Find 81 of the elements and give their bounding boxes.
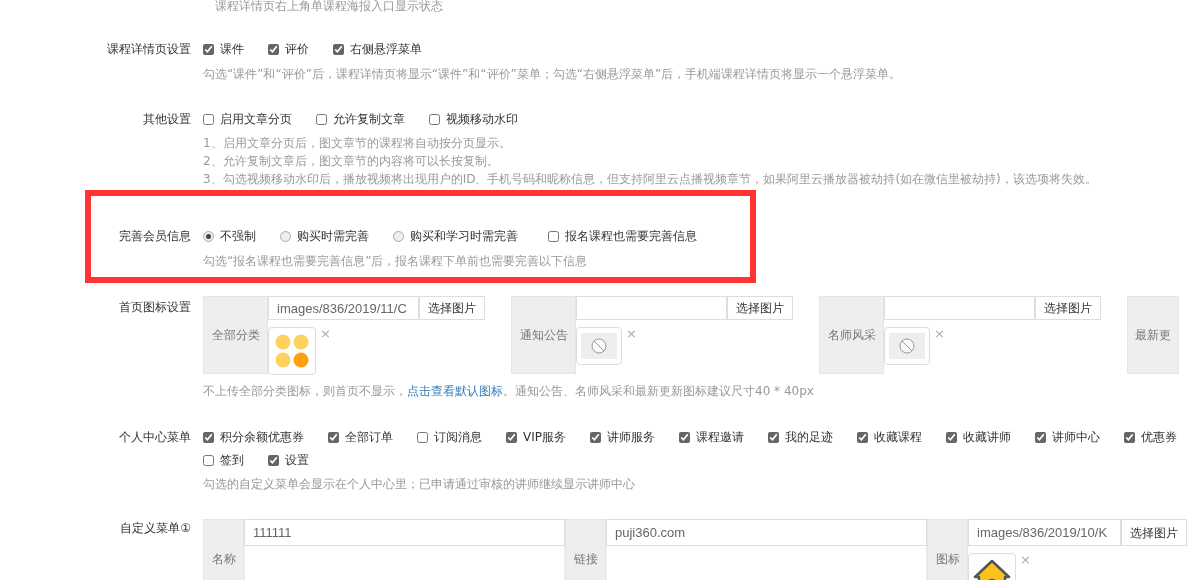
field-label: 名师风采	[819, 296, 884, 374]
checkbox[interactable]	[679, 431, 690, 443]
option-label: 收藏讲师	[963, 429, 1011, 446]
checkbox[interactable]	[268, 454, 279, 466]
choose-image-button[interactable]: 选择图片	[727, 296, 793, 320]
checkbox[interactable]	[768, 431, 779, 443]
no-image-icon	[581, 333, 617, 359]
choose-image-button[interactable]: 选择图片	[419, 296, 485, 320]
option-label: 签到	[220, 452, 244, 469]
help-text: 勾选的自定义菜单会显示在个人中心里；已申请通过审核的讲师继续显示讲师中心	[203, 476, 636, 493]
option-label: 讲师中心	[1052, 429, 1100, 446]
option-label: 视频移动水印	[446, 111, 518, 128]
field-label: 课程详情页设置	[106, 41, 192, 58]
field-label: 图标	[927, 519, 968, 580]
help-text: 2、允许复制文章后，图文章节的内容将可以长按复制。	[203, 153, 500, 170]
help-text: 课程详情页右上角单课程海报入口显示状态	[215, 0, 444, 12]
field-label: 其他设置	[142, 111, 192, 128]
image-path-field[interactable]	[576, 296, 727, 320]
field-label: 通知公告	[511, 296, 576, 374]
option-label: 右侧悬浮菜单	[350, 41, 422, 58]
option-label: 购买和学习时需完善	[410, 228, 518, 245]
option-label: 积分余额优惠券	[220, 429, 304, 446]
option-label: 收藏课程	[874, 429, 922, 446]
checkbox[interactable]	[333, 43, 344, 55]
option-label: 报名课程也需要完善信息	[565, 228, 697, 245]
option-label: 设置	[285, 452, 309, 469]
field-label: 自定义菜单①	[119, 520, 192, 537]
field-label: 链接	[565, 519, 606, 580]
option-label: 允许复制文章	[333, 111, 405, 128]
option-label: 课件	[220, 41, 244, 58]
radio-button[interactable]	[203, 230, 214, 242]
checkbox[interactable]	[946, 431, 957, 443]
field-label: 首页图标设置	[118, 299, 192, 316]
option-label: 不强制	[220, 228, 256, 245]
help-text: 勾选“报名课程也需要完善信息”后，报名课程下单前也需要完善以下信息	[203, 253, 589, 270]
category-grid-icon	[274, 333, 310, 369]
field-label: 名称	[203, 519, 244, 580]
default-icons-link[interactable]: 点击查看默认图标	[407, 384, 503, 398]
option-label: 我的足迹	[785, 429, 833, 446]
text-field[interactable]: puji360.com	[606, 519, 927, 546]
checkbox[interactable]	[417, 431, 428, 443]
text-field[interactable]: 111111	[244, 519, 565, 546]
field-label: 最新更	[1127, 296, 1179, 374]
checkbox[interactable]	[203, 43, 214, 55]
option-label: 购买时需完善	[297, 228, 369, 245]
choose-image-button[interactable]: 选择图片	[1035, 296, 1101, 320]
checkbox[interactable]	[316, 113, 327, 125]
image-path-field[interactable]: images/836/2019/11/C	[268, 296, 419, 320]
option-label: 启用文章分页	[220, 111, 292, 128]
option-label: 评价	[285, 41, 309, 58]
option-label: 订阅消息	[434, 429, 482, 446]
checkbox[interactable]	[429, 113, 440, 125]
field-label: 全部分类	[203, 296, 268, 374]
option-label: VIP服务	[523, 429, 566, 446]
image-path-field[interactable]	[884, 296, 1035, 320]
option-label: 优惠券	[1141, 429, 1177, 446]
help-text: 1、启用文章分页后，图文章节的课程将自动按分页显示。	[203, 135, 512, 152]
checkbox[interactable]	[1035, 431, 1046, 443]
checkbox[interactable]	[203, 454, 214, 466]
checkbox[interactable]	[203, 113, 214, 125]
radio-button[interactable]	[280, 230, 291, 242]
field-label: 完善会员信息	[118, 228, 192, 245]
radio-button[interactable]	[393, 230, 404, 242]
checkbox[interactable]	[203, 431, 214, 443]
field-label: 个人中心菜单	[118, 429, 192, 446]
checkbox[interactable]	[328, 431, 339, 443]
checkbox[interactable]	[506, 431, 517, 443]
option-label: 全部订单	[345, 429, 393, 446]
no-image-icon	[889, 333, 925, 359]
help-text: 勾选“课件”和“评价”后，课程详情页将显示“课件”和“评价”菜单；勾选“右侧悬浮菜单”后，手机端课程详情页将显示一个悬浮菜单。	[203, 66, 903, 83]
checkbox[interactable]	[268, 43, 279, 55]
checkbox[interactable]	[1124, 431, 1135, 443]
option-label: 讲师服务	[607, 429, 655, 446]
image-path-field[interactable]: images/836/2019/10/K	[968, 519, 1121, 546]
checkbox[interactable]	[590, 431, 601, 443]
choose-image-button[interactable]: 选择图片	[1121, 519, 1187, 546]
checkbox[interactable]	[857, 431, 868, 443]
help-text: 不上传全部分类图标，则首页不显示，点击查看默认图标。通知公告、名师风采和最新更新图标建议尺寸40 * 40px	[203, 383, 815, 400]
help-text: 3、勾选视频移动水印后，播放视频将出现用户的ID、手机号码和昵称信息，但支持阿里云点播视频章节，如果阿里云播放器被劫持(如在微信里被劫持)，该选项将失效。	[203, 171, 1098, 188]
checkbox[interactable]	[548, 230, 559, 242]
option-label: 课程邀请	[696, 429, 744, 446]
